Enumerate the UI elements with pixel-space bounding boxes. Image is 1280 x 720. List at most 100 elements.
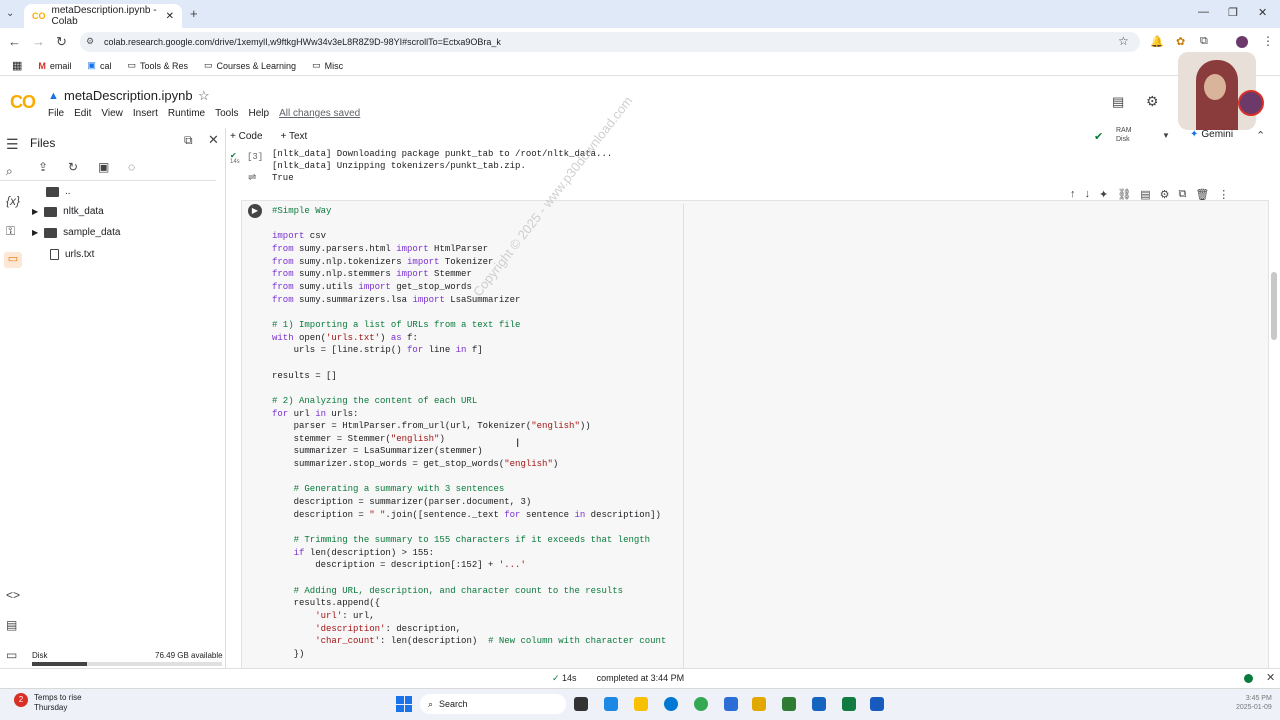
menu-tools[interactable]: Tools <box>215 108 238 119</box>
close-window-icon[interactable]: ✕ <box>1258 6 1267 19</box>
menu-edit[interactable]: Edit <box>74 108 91 119</box>
taskbar-search[interactable]: ⌕ Search <box>420 694 566 714</box>
start-button-icon[interactable] <box>396 696 412 712</box>
drive-icon[interactable]: ▲ <box>48 90 59 102</box>
task-view-icon[interactable] <box>574 697 588 711</box>
exec-time: 14s <box>230 159 240 165</box>
chrome-icon[interactable] <box>694 697 708 711</box>
browser-tab[interactable]: CO metaDescription.ipynb - Colab ✕ <box>24 4 182 28</box>
resource-meter[interactable]: RAM Disk <box>1116 126 1132 144</box>
menu-insert[interactable]: Insert <box>133 108 158 119</box>
command-palette-icon[interactable]: ▤ <box>6 618 17 632</box>
back-icon[interactable]: ← <box>8 34 21 49</box>
restore-icon[interactable]: ❐ <box>1228 6 1238 19</box>
gemini-sparkle-icon[interactable]: ✦ <box>1099 188 1108 201</box>
weather-widget[interactable]: Temps to rise Thursday <box>34 693 82 713</box>
menu-help[interactable]: Help <box>248 108 269 119</box>
tab-close-icon[interactable]: ✕ <box>166 11 174 22</box>
move-down-icon[interactable]: ↓ <box>1085 188 1091 201</box>
address-bar[interactable]: colab.research.google.com/drive/1xemylI,… <box>80 32 1140 52</box>
tab-search-icon[interactable]: ⌄ <box>6 8 14 19</box>
move-up-icon[interactable]: ↑ <box>1070 188 1076 201</box>
bookmark-cal[interactable]: ▣ cal <box>87 60 111 71</box>
delete-icon[interactable]: 🗑 <box>1195 188 1209 201</box>
profile-avatar[interactable] <box>1236 36 1248 48</box>
more-options-icon[interactable]: ⋮ <box>1218 188 1229 201</box>
weather-icon[interactable]: 2 <box>14 693 28 707</box>
minimize-icon[interactable]: — <box>1198 6 1209 18</box>
apps-grid-icon[interactable]: ▦ <box>12 59 22 72</box>
settings-gear-icon[interactable]: ⚙ <box>1146 93 1159 110</box>
extension-bell-icon[interactable]: 🔔 <box>1150 35 1164 48</box>
collapse-header-icon[interactable]: ⌃ <box>1256 129 1265 142</box>
tree-item-nltk-data[interactable]: ▶ nltk_data <box>32 206 104 217</box>
system-clock[interactable]: 3:45 PM 2025-01-09 <box>1236 694 1272 712</box>
variables-icon[interactable]: {x} <box>6 194 20 208</box>
runtime-dropdown-icon[interactable]: ▼ <box>1162 131 1170 140</box>
output-menu-icon[interactable]: ⇌ <box>248 172 256 183</box>
search-icon[interactable]: ⌕ <box>6 164 13 179</box>
terminal-icon[interactable]: ▭ <box>6 648 17 662</box>
comment-icon[interactable]: ▤ <box>1140 188 1150 201</box>
bookmark-email[interactable]: Memail <box>38 61 71 71</box>
hide-files-icon[interactable]: ◌ <box>128 160 135 174</box>
star-icon[interactable]: ☆ <box>198 88 210 104</box>
tree-label: sample_data <box>63 227 121 238</box>
execution-status[interactable]: ✓ 14s completed at 3:44 PM <box>552 673 684 684</box>
reload-icon[interactable]: ↻ <box>56 34 67 50</box>
link-icon[interactable]: ⛓ <box>1117 188 1131 201</box>
refresh-icon[interactable]: ↻ <box>68 160 78 174</box>
slack-icon[interactable] <box>752 697 766 711</box>
cell-settings-icon[interactable]: ⚙ <box>1160 188 1170 201</box>
bookmark-tools[interactable]: ▭ Tools & Res <box>127 60 188 71</box>
tree-item-parent[interactable]: .. <box>46 186 71 197</box>
new-tab-icon[interactable]: + <box>190 6 198 21</box>
tree-item-sample-data[interactable]: ▶ sample_data <box>32 227 120 238</box>
edge-icon[interactable] <box>664 697 678 711</box>
mount-drive-icon[interactable]: ▣ <box>98 160 109 174</box>
files-folder-icon[interactable]: ▭ <box>4 252 22 268</box>
expand-arrow-icon[interactable]: ▶ <box>32 228 38 237</box>
tree-label: .. <box>65 186 71 197</box>
copilot-icon[interactable] <box>604 697 618 711</box>
chrome-menu-icon[interactable]: ⋮ <box>1262 34 1274 48</box>
forward-icon[interactable]: → <box>32 34 45 49</box>
extensions-puzzle-icon[interactable]: ⧉ <box>1200 35 1208 48</box>
colab-logo-icon[interactable]: CO <box>10 92 36 113</box>
site-info-icon[interactable]: ⚙ <box>86 36 94 47</box>
close-sidebar-icon[interactable]: ✕ <box>208 132 219 148</box>
gemini-button[interactable]: ✦ Gemini <box>1190 129 1233 140</box>
close-status-icon[interactable]: ✕ <box>1266 671 1275 684</box>
word-icon[interactable] <box>870 697 884 711</box>
app-icon[interactable] <box>812 697 826 711</box>
file-explorer-icon[interactable] <box>634 697 648 711</box>
saved-status[interactable]: All changes saved <box>279 108 360 119</box>
vscode-icon[interactable] <box>724 697 738 711</box>
add-text-button[interactable]: + Text <box>281 131 308 142</box>
mirror-cell-icon[interactable]: ⧉ <box>1178 188 1186 201</box>
run-cell-button[interactable]: ▶ <box>248 204 262 218</box>
extension-icon[interactable]: ✿ <box>1176 35 1185 48</box>
bookmark-misc[interactable]: ▭ Misc <box>312 60 343 71</box>
notebook-title[interactable]: metaDescription.ipynb <box>64 88 193 103</box>
comments-icon[interactable]: ▤ <box>1112 94 1124 110</box>
scrollbar-thumb[interactable] <box>1271 272 1277 340</box>
add-code-button[interactable]: + Code <box>230 131 263 142</box>
menu-view[interactable]: View <box>101 108 123 119</box>
secrets-key-icon[interactable]: ⚿ <box>6 224 15 239</box>
code-editor[interactable]: #Simple Way import csv from sumy.parsers… <box>272 205 666 661</box>
bookmark-courses[interactable]: ▭ Courses & Learning <box>204 60 296 71</box>
open-in-tab-icon[interactable]: ⧉ <box>184 133 193 148</box>
bookmark-star-icon[interactable]: ☆ <box>1118 34 1129 48</box>
gemini-icon: ✦ <box>1190 129 1199 140</box>
toc-menu-icon[interactable]: ☰ <box>6 136 19 153</box>
account-avatar[interactable] <box>1238 90 1264 116</box>
menu-runtime[interactable]: Runtime <box>168 108 205 119</box>
tree-item-urls-txt[interactable]: urls.txt <box>50 249 94 260</box>
upload-file-icon[interactable]: ⇪ <box>38 160 48 174</box>
excel-icon[interactable] <box>842 697 856 711</box>
app-icon[interactable] <box>782 697 796 711</box>
expand-arrow-icon[interactable]: ▶ <box>32 207 38 216</box>
menu-file[interactable]: File <box>48 108 64 119</box>
code-snippets-icon[interactable]: <> <box>6 588 20 602</box>
